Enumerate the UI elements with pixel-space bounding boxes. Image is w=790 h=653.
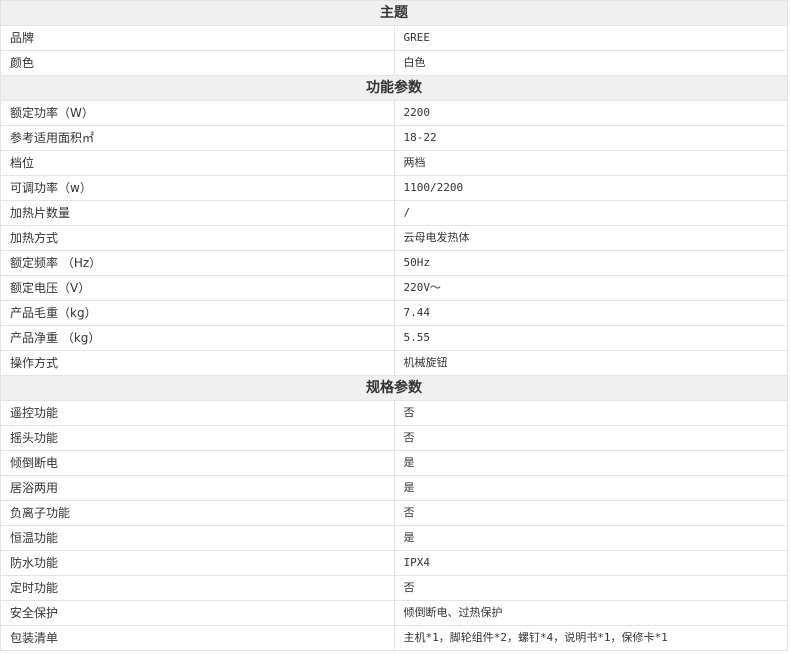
spec-key: 加热片数量: [0, 200, 395, 226]
spec-row: 安全保护 倾倒断电、过热保护: [0, 600, 788, 626]
spec-value: 倾倒断电、过热保护: [394, 600, 788, 626]
spec-key: 安全保护: [0, 600, 395, 626]
spec-row: 定时功能否: [0, 575, 788, 601]
spec-key: 额定功率（W）: [0, 100, 395, 126]
section-title: 规格参数: [0, 375, 788, 401]
spec-key: 可调功率（w）: [0, 175, 395, 201]
spec-value: 否: [394, 500, 788, 526]
spec-value: 否: [394, 575, 788, 601]
section-title: 主题: [0, 0, 788, 26]
spec-row: 额定频率 （Hz） 50Hz: [0, 250, 788, 276]
spec-value: GREE: [394, 25, 788, 51]
spec-row: 产品毛重（kg） 7.44: [0, 300, 788, 326]
spec-key: 颜色: [0, 50, 395, 76]
spec-row: 加热方式 云母电发热体: [0, 225, 788, 251]
spec-key: 加热方式: [0, 225, 395, 251]
spec-value: 云母电发热体: [394, 225, 788, 251]
spec-row: 额定功率（W） 2200: [0, 100, 788, 126]
spec-value: 5.55: [394, 325, 788, 351]
spec-table: 主题 品牌 GREE 颜色 白色 功能参数 额定功率（W） 2200 参考适用面积㎡ 18-22 档…: [0, 0, 788, 651]
spec-value: 是: [394, 475, 788, 501]
spec-key: 档位: [0, 150, 395, 176]
spec-row: 产品净重 （kg） 5.55: [0, 325, 788, 351]
spec-value: 1100/2200: [394, 175, 788, 201]
spec-value: 18-22: [394, 125, 788, 151]
spec-row: 遥控功能否: [0, 400, 788, 426]
spec-value: 220V～: [394, 275, 788, 301]
section-title: 功能参数: [0, 75, 788, 101]
spec-key: 恒温功能: [0, 525, 395, 551]
spec-key: 遥控功能: [0, 400, 395, 426]
spec-key: 居浴两用: [0, 475, 395, 501]
spec-value: 7.44: [394, 300, 788, 326]
spec-value: 两档: [394, 150, 788, 176]
spec-row: 操作方式 机械旋钮: [0, 350, 788, 376]
spec-table-body: 主题 品牌 GREE 颜色 白色 功能参数 额定功率（W） 2200 参考适用面积㎡ 18-22 档…: [0, 0, 788, 651]
spec-row: 品牌 GREE: [0, 25, 788, 51]
spec-value: 是: [394, 450, 788, 476]
spec-value: 否: [394, 400, 788, 426]
spec-row: 档位 两档: [0, 150, 788, 176]
spec-row: 摇头功能否: [0, 425, 788, 451]
spec-key: 额定频率 （Hz）: [0, 250, 395, 276]
spec-row: 加热片数量 /: [0, 200, 788, 226]
spec-value: 2200: [394, 100, 788, 126]
spec-row: 颜色 白色: [0, 50, 788, 76]
spec-key: 品牌: [0, 25, 395, 51]
spec-key: 包装清单: [0, 625, 395, 651]
spec-value: /: [394, 200, 788, 226]
spec-value: 机械旋钮: [394, 350, 788, 376]
spec-row: 参考适用面积㎡ 18-22: [0, 125, 788, 151]
spec-row: 可调功率（w） 1100/2200: [0, 175, 788, 201]
spec-key: 产品净重 （kg）: [0, 325, 395, 351]
spec-key: 倾倒断电: [0, 450, 395, 476]
spec-key: 产品毛重（kg）: [0, 300, 395, 326]
spec-key: 防水功能: [0, 550, 395, 576]
spec-row: 额定电压（V） 220V～: [0, 275, 788, 301]
spec-row: 倾倒断电是: [0, 450, 788, 476]
spec-value: IPX4: [394, 550, 788, 576]
spec-key: 操作方式: [0, 350, 395, 376]
spec-value: 是: [394, 525, 788, 551]
spec-key: 负离子功能: [0, 500, 395, 526]
section-header-row: 功能参数: [0, 75, 788, 101]
spec-value: 白色: [394, 50, 788, 76]
spec-key: 定时功能: [0, 575, 395, 601]
spec-key: 额定电压（V）: [0, 275, 395, 301]
spec-value: 否: [394, 425, 788, 451]
spec-row: 负离子功能否: [0, 500, 788, 526]
spec-row: 居浴两用是: [0, 475, 788, 501]
section-header-row: 规格参数: [0, 375, 788, 401]
spec-value: 主机*1，脚轮组件*2，螺钉*4，说明书*1，保修卡*1: [394, 625, 788, 651]
spec-key: 摇头功能: [0, 425, 395, 451]
spec-value: 50Hz: [394, 250, 788, 276]
section-header-row: 主题: [0, 0, 788, 26]
spec-key: 参考适用面积㎡: [0, 125, 395, 151]
spec-row: 恒温功能是: [0, 525, 788, 551]
spec-row: 防水功能 IPX4: [0, 550, 788, 576]
spec-row: 包装清单 主机*1，脚轮组件*2，螺钉*4，说明书*1，保修卡*1: [0, 625, 788, 651]
